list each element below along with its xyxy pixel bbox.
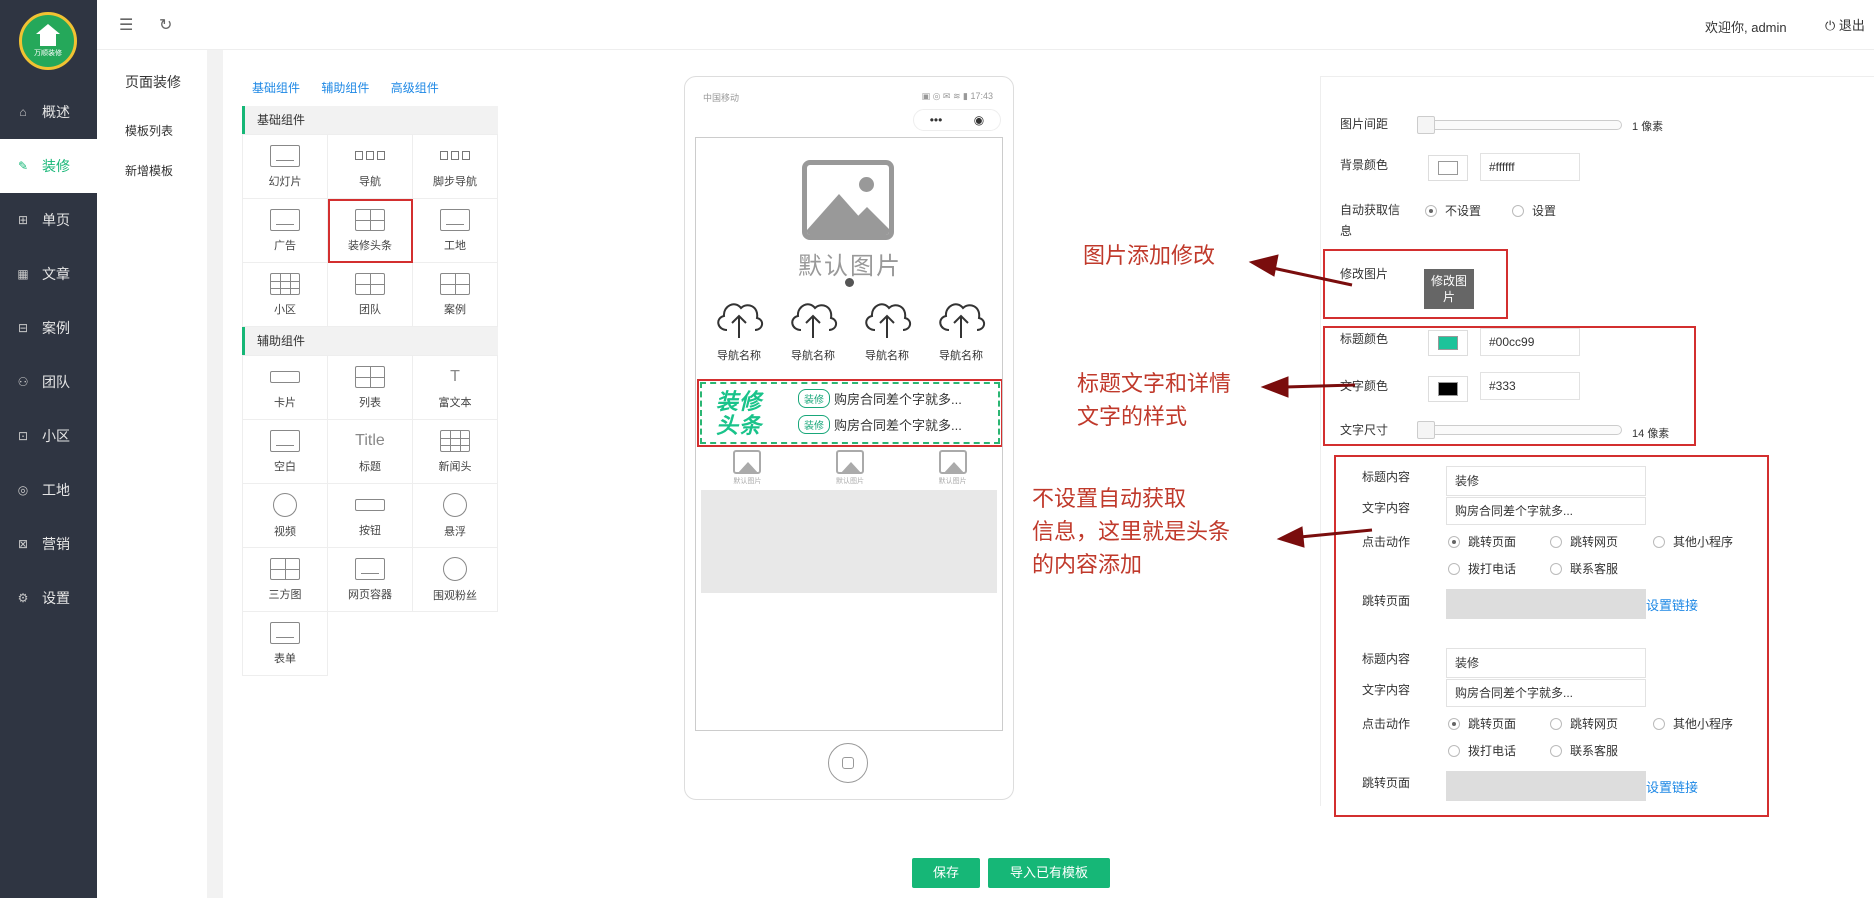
annotation-image-edit: 图片添加修改	[1083, 244, 1216, 269]
annotation-text-style: 标题文字和详情 文字的样式	[1077, 372, 1232, 430]
annotation-arrows	[1248, 254, 1373, 548]
annotation-headline-content: 不设置自动获取 信息，这里就是头条 的内容添加	[1032, 487, 1231, 578]
